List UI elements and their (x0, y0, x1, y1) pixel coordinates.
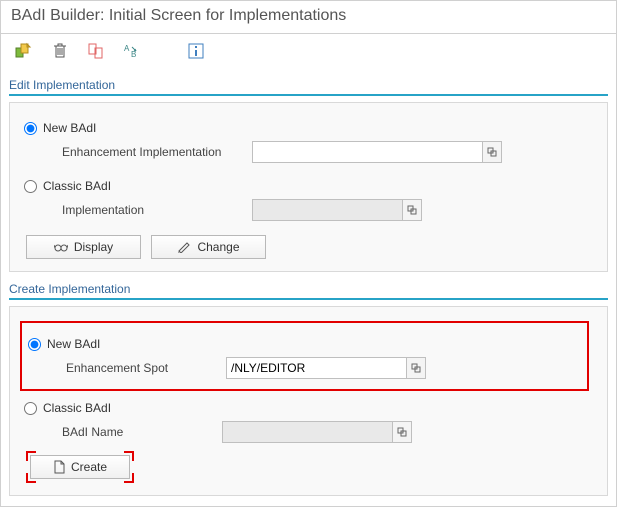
info-icon[interactable] (187, 42, 205, 60)
change-button-label: Change (197, 240, 239, 254)
badi-name-input (222, 421, 392, 443)
highlight-box: New BAdI Enhancement Spot (20, 321, 589, 391)
enh-impl-input[interactable] (252, 141, 482, 163)
impl-label: Implementation (62, 203, 252, 217)
delete-icon[interactable] (51, 42, 69, 60)
edit-classic-badi-label: Classic BAdI (43, 179, 111, 193)
change-button[interactable]: Change (151, 235, 266, 259)
enh-spot-f4-icon[interactable] (406, 357, 426, 379)
edit-new-badi-label: New BAdI (43, 121, 96, 135)
display-button-label: Display (74, 240, 113, 254)
rename-icon[interactable]: A B (123, 42, 141, 60)
svg-text:B: B (131, 50, 136, 59)
create-classic-badi-radio[interactable] (24, 402, 37, 415)
create-new-badi-radio[interactable] (28, 338, 41, 351)
display-button[interactable]: Display (26, 235, 141, 259)
create-button-highlight: Create (26, 451, 134, 483)
badi-name-label: BAdI Name (62, 425, 222, 439)
enh-impl-label: Enhancement Implementation (62, 145, 252, 159)
create-button-label: Create (71, 460, 107, 474)
glasses-icon (54, 241, 68, 253)
impl-input (252, 199, 402, 221)
page-title: BAdI Builder: Initial Screen for Impleme… (1, 1, 616, 34)
edit-new-badi-radio[interactable] (24, 122, 37, 135)
enh-spot-input[interactable] (226, 357, 406, 379)
edit-classic-badi-radio[interactable] (24, 180, 37, 193)
edit-section-header: Edit Implementation (9, 78, 608, 96)
impl-f4-icon[interactable] (402, 199, 422, 221)
edit-section: Edit Implementation New BAdI Enhancement… (9, 78, 608, 272)
create-section: Create Implementation New BAdI Enhanceme… (9, 282, 608, 496)
svg-text:A: A (124, 44, 130, 53)
create-classic-badi-label: Classic BAdI (43, 401, 111, 415)
enh-impl-f4-icon[interactable] (482, 141, 502, 163)
enh-spot-label: Enhancement Spot (66, 361, 226, 375)
badi-name-f4-icon[interactable] (392, 421, 412, 443)
copy-icon[interactable] (87, 42, 105, 60)
create-new-badi-label: New BAdI (47, 337, 100, 351)
toolbar: A B (1, 34, 616, 68)
create-button[interactable]: Create (30, 455, 130, 479)
document-icon (53, 460, 65, 474)
create-section-header: Create Implementation (9, 282, 608, 300)
other-object-icon[interactable] (15, 42, 33, 60)
pencil-icon (177, 241, 191, 253)
